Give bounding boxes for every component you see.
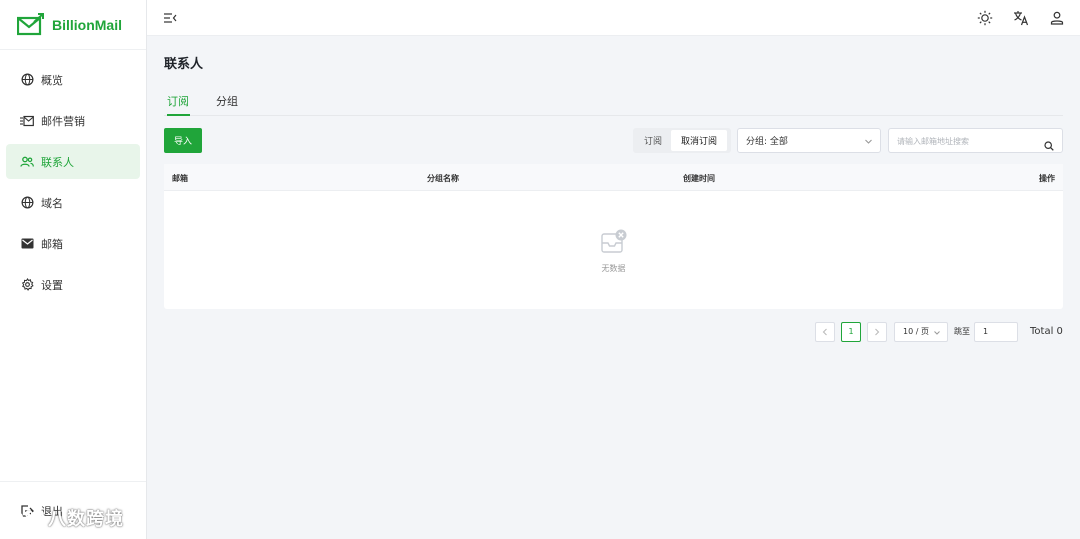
chevron-right-icon bbox=[875, 328, 880, 335]
topbar bbox=[147, 0, 1080, 36]
gear-icon bbox=[20, 278, 34, 292]
contacts-table: 邮箱 分组名称 创建时间 操作 无数据 bbox=[164, 164, 1063, 309]
segment-option-unsubscribed[interactable]: 取消订阅 bbox=[671, 130, 727, 151]
sidebar-item-settings[interactable]: 设置 bbox=[6, 267, 140, 302]
brand-logo[interactable]: BillionMail bbox=[0, 0, 146, 50]
empty-inbox-icon bbox=[600, 228, 628, 256]
chevron-left-icon bbox=[822, 328, 827, 335]
sidebar-item-label: 域名 bbox=[41, 196, 63, 210]
sidebar-nav: 概览 邮件营销 联系人 域名 邮箱 设置 bbox=[0, 50, 146, 302]
sidebar-item-contacts[interactable]: 联系人 bbox=[6, 144, 140, 179]
sidebar-item-label: 联系人 bbox=[41, 155, 74, 169]
sidebar-item-label: 概览 bbox=[41, 73, 63, 87]
empty-state: 无数据 bbox=[164, 191, 1063, 309]
sidebar-item-label: 设置 bbox=[41, 278, 63, 292]
user-icon[interactable] bbox=[1048, 9, 1066, 27]
sidebar: BillionMail 概览 邮件营销 联系人 域名 邮箱 设置 退出 bbox=[0, 0, 147, 539]
segment-option-subscribed[interactable]: 订阅 bbox=[635, 130, 671, 151]
topbar-actions bbox=[976, 9, 1066, 27]
sidebar-item-email-marketing[interactable]: 邮件营销 bbox=[6, 103, 140, 138]
prev-page-button[interactable] bbox=[815, 321, 835, 342]
page-size-value: 10 / 页 bbox=[903, 327, 929, 336]
import-button[interactable]: 导入 bbox=[164, 128, 202, 153]
sidebar-item-domains[interactable]: 域名 bbox=[6, 185, 140, 220]
group-filter-value: 分组: 全部 bbox=[746, 137, 788, 147]
empty-text: 无数据 bbox=[601, 264, 626, 273]
theme-sun-icon[interactable] bbox=[976, 9, 994, 27]
sidebar-item-mailbox[interactable]: 邮箱 bbox=[6, 226, 140, 261]
email-search-box bbox=[888, 128, 1063, 153]
chevron-down-icon bbox=[933, 329, 941, 337]
jump-to-page-input[interactable]: 1 bbox=[974, 321, 1018, 342]
total-count: Total 0 bbox=[1030, 326, 1063, 337]
collapse-sidebar-icon[interactable] bbox=[163, 10, 179, 26]
sidebar-item-label: 邮箱 bbox=[41, 237, 63, 251]
email-search-input[interactable] bbox=[889, 130, 1034, 153]
sidebar-item-overview[interactable]: 概览 bbox=[6, 62, 140, 97]
app-name: BillionMail bbox=[52, 16, 122, 33]
globe-icon bbox=[20, 73, 34, 87]
pagination: 1 10 / 页 跳至 1 Total 0 bbox=[815, 321, 1063, 342]
tab-subscribed[interactable]: 订阅 bbox=[167, 93, 190, 116]
page-size-select[interactable]: 10 / 页 bbox=[894, 321, 948, 342]
mail-logo-icon bbox=[17, 12, 44, 35]
watermark-text: 八数跨境 bbox=[48, 509, 124, 530]
users-icon bbox=[20, 155, 34, 169]
watermark: 八数跨境 bbox=[8, 505, 124, 531]
globe-icon bbox=[20, 196, 34, 210]
tab-bar: 订阅 分组 bbox=[164, 92, 1063, 116]
page-button-current[interactable]: 1 bbox=[841, 321, 861, 342]
page-title: 联系人 bbox=[164, 57, 204, 72]
column-header-group-name: 分组名称 bbox=[427, 174, 459, 183]
column-header-email: 邮箱 bbox=[172, 174, 188, 183]
mail-list-icon bbox=[20, 114, 34, 128]
envelope-icon bbox=[20, 237, 34, 251]
sidebar-item-label: 邮件营销 bbox=[41, 114, 85, 128]
subscription-filter-segment: 订阅 取消订阅 bbox=[633, 128, 731, 153]
column-header-actions: 操作 bbox=[1039, 174, 1055, 183]
translate-icon[interactable] bbox=[1012, 9, 1030, 27]
group-filter-select[interactable]: 分组: 全部 bbox=[737, 128, 881, 153]
watermark-logo-icon bbox=[8, 510, 44, 526]
table-header: 邮箱 分组名称 创建时间 操作 bbox=[164, 164, 1063, 191]
next-page-button[interactable] bbox=[867, 321, 887, 342]
chevron-down-icon bbox=[864, 137, 873, 146]
search-icon[interactable] bbox=[1044, 136, 1054, 151]
jump-to-label: 跳至 bbox=[954, 327, 970, 336]
tab-groups[interactable]: 分组 bbox=[216, 93, 238, 116]
column-header-created-time: 创建时间 bbox=[683, 174, 715, 183]
